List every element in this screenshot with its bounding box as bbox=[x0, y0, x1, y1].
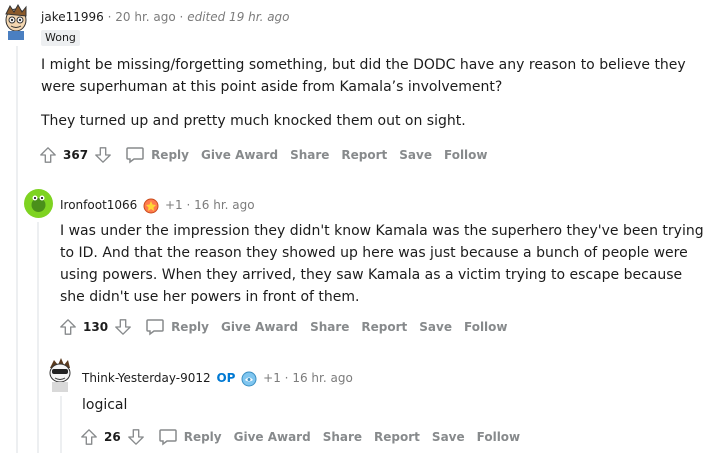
share-button[interactable]: Share bbox=[323, 430, 362, 444]
vote-count: 26 bbox=[104, 430, 121, 444]
comment-body: I was under the impression they didn't k… bbox=[60, 220, 705, 320]
thread-line[interactable] bbox=[37, 222, 39, 453]
comment-paragraph: I might be missing/forgetting something,… bbox=[41, 57, 686, 95]
separator: · bbox=[179, 10, 184, 24]
save-button[interactable]: Save bbox=[399, 148, 432, 162]
comment-meta: Think-Yesterday-9012 OP +1 · 16 hr. ago bbox=[82, 370, 353, 387]
reply-icon bbox=[146, 319, 164, 336]
avatar[interactable] bbox=[45, 356, 75, 392]
thread-line[interactable] bbox=[16, 46, 18, 453]
timestamp[interactable]: 16 hr. ago bbox=[194, 198, 254, 212]
upvote-icon[interactable] bbox=[79, 427, 99, 447]
comment-body: I might be missing/forgetting something,… bbox=[41, 54, 701, 144]
timestamp[interactable]: 20 hr. ago bbox=[115, 10, 175, 24]
report-button[interactable]: Report bbox=[374, 430, 420, 444]
reply-label: Reply bbox=[151, 148, 189, 162]
award-icon bbox=[143, 198, 159, 213]
author-link[interactable]: Think-Yesterday-9012 bbox=[82, 371, 211, 385]
op-badge: OP bbox=[216, 371, 236, 385]
save-button[interactable]: Save bbox=[419, 320, 452, 334]
reply-label: Reply bbox=[183, 430, 222, 444]
comment-actions: 26 Reply Give Award Share Report Save Fo… bbox=[79, 426, 520, 448]
give-award-button[interactable]: Give Award bbox=[234, 430, 311, 444]
comment-paragraph: I was under the impression they didn't k… bbox=[60, 223, 704, 305]
comment-actions: 130 Reply Give Award Share Report Save F… bbox=[58, 316, 508, 338]
reply-icon bbox=[158, 429, 177, 446]
user-flair: Wong bbox=[41, 30, 80, 46]
share-button[interactable]: Share bbox=[290, 148, 329, 162]
downvote-icon[interactable] bbox=[126, 427, 146, 447]
give-award-button[interactable]: Give Award bbox=[201, 148, 278, 162]
avatar[interactable] bbox=[24, 189, 53, 218]
author-link[interactable]: Ironfoot1066 bbox=[60, 198, 137, 212]
award-count: +1 bbox=[164, 198, 183, 212]
award-count: +1 bbox=[263, 371, 281, 385]
reply-label: Reply bbox=[171, 320, 209, 334]
comment-paragraph: They turned up and pretty much knocked t… bbox=[41, 113, 466, 129]
award-icon bbox=[241, 371, 257, 386]
comment-meta: jake11996 · 20 hr. ago · edited 19 hr. a… bbox=[41, 9, 290, 25]
reply-button[interactable]: Reply bbox=[158, 428, 222, 446]
upvote-icon[interactable] bbox=[58, 317, 78, 337]
thread-line[interactable] bbox=[60, 396, 62, 453]
follow-button[interactable]: Follow bbox=[444, 148, 488, 162]
separator: · bbox=[284, 371, 289, 385]
follow-button[interactable]: Follow bbox=[477, 430, 521, 444]
report-button[interactable]: Report bbox=[341, 148, 387, 162]
give-award-button[interactable]: Give Award bbox=[221, 320, 298, 334]
avatar[interactable] bbox=[2, 4, 30, 40]
reply-button[interactable]: Reply bbox=[125, 146, 189, 164]
comment-paragraph: logical bbox=[82, 397, 128, 413]
follow-button[interactable]: Follow bbox=[464, 320, 508, 334]
downvote-icon[interactable] bbox=[93, 145, 113, 165]
share-button[interactable]: Share bbox=[310, 320, 349, 334]
author-link[interactable]: jake11996 bbox=[41, 10, 104, 24]
comment-meta: Ironfoot1066 +1 · 16 hr. ago bbox=[60, 197, 255, 214]
downvote-icon[interactable] bbox=[113, 317, 133, 337]
edited-label: edited 19 hr. ago bbox=[187, 10, 290, 24]
comment-actions: 367 Reply Give Award Share Report Save F… bbox=[38, 144, 488, 166]
upvote-icon[interactable] bbox=[38, 145, 58, 165]
separator: · bbox=[107, 10, 112, 24]
comment-body: logical bbox=[82, 394, 682, 428]
reply-icon bbox=[126, 147, 144, 164]
reply-button[interactable]: Reply bbox=[145, 318, 209, 336]
timestamp[interactable]: 16 hr. ago bbox=[292, 371, 352, 385]
report-button[interactable]: Report bbox=[361, 320, 407, 334]
save-button[interactable]: Save bbox=[432, 430, 465, 444]
separator: · bbox=[186, 198, 191, 212]
vote-count: 367 bbox=[63, 148, 89, 162]
vote-count: 130 bbox=[83, 320, 109, 334]
